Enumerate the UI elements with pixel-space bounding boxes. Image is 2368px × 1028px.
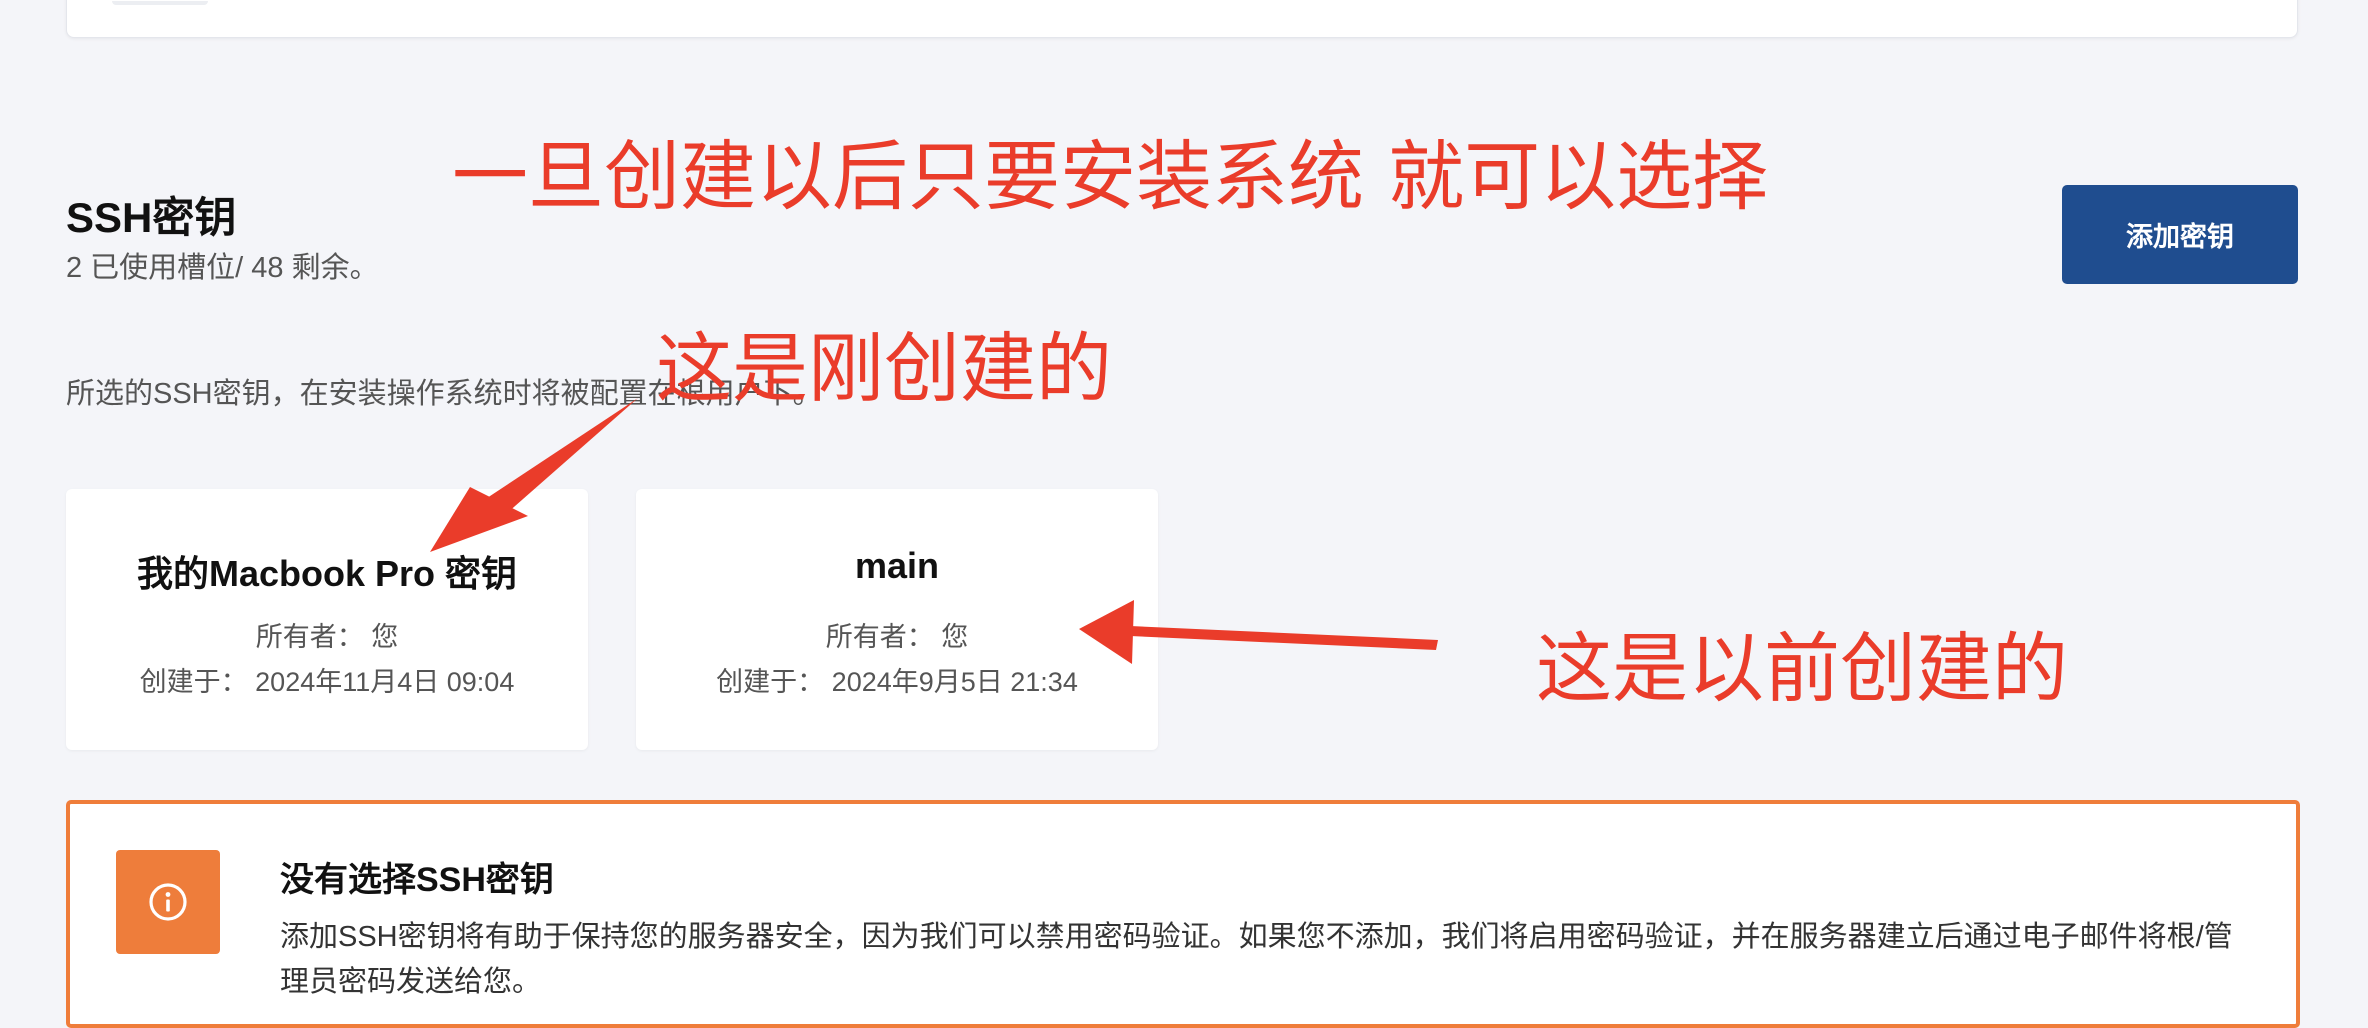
annotation-new-key: 这是刚创建的 — [656, 324, 1112, 413]
ssh-key-name: main — [854, 545, 940, 586]
ssh-key-card[interactable]: main 所有者： 您 创建于： 2024年9月5日 21:34 — [636, 489, 1158, 750]
ssh-key-owner: 所有者： 您 — [636, 615, 1158, 654]
warning-title: 没有选择SSH密钥 — [280, 861, 554, 899]
slot-usage-text: 2 已使用槽位/ 48 剩余。 — [66, 252, 379, 284]
previous-section-card — [66, 0, 2298, 38]
add-key-button[interactable]: 添加密钥 — [2062, 185, 2298, 284]
ssh-key-created: 创建于： 2024年11月4日 09:04 — [66, 660, 588, 699]
no-ssh-key-warning: 没有选择SSH密钥 添加SSH密钥将有助于保持您的服务器安全，因为我们可以禁用密… — [66, 800, 2300, 1028]
created-value: 2024年9月5日 21:34 — [831, 667, 1078, 697]
warning-text: 添加SSH密钥将有助于保持您的服务器安全，因为我们可以禁用密码验证。如果您不添加… — [280, 921, 2233, 998]
annotation-old-key: 这是以前创建的 — [1536, 624, 2068, 713]
ssh-key-created: 创建于： 2024年9月5日 21:34 — [636, 660, 1158, 699]
page-title: SSH密钥 — [66, 194, 237, 241]
created-label: 创建于： — [139, 667, 248, 697]
info-icon — [116, 850, 220, 954]
ssh-key-name: 我的Macbook Pro 密钥 — [136, 553, 518, 594]
annotation-install-note: 一旦创建以后只要安装系统 就可以选择 — [452, 132, 1769, 221]
owner-label: 所有者： — [255, 622, 364, 652]
created-value: 2024年11月4日 09:04 — [255, 667, 515, 697]
owner-value: 您 — [371, 622, 399, 652]
owner-label: 所有者： — [825, 622, 934, 652]
ssh-key-card[interactable]: 我的Macbook Pro 密钥 所有者： 您 创建于： 2024年11月4日 … — [66, 489, 588, 750]
owner-value: 您 — [941, 622, 969, 652]
created-label: 创建于： — [716, 667, 825, 697]
previous-section-button-stub — [112, 1, 208, 5]
ssh-key-owner: 所有者： 您 — [66, 615, 588, 654]
